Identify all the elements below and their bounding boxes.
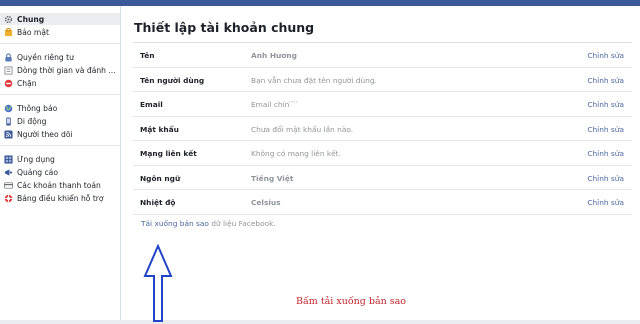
rss-icon xyxy=(4,129,13,139)
row-label: Email xyxy=(140,100,163,109)
settings-row-name[interactable]: Tên Anh Hương Chỉnh sửa xyxy=(133,43,632,68)
shield-icon xyxy=(4,27,13,37)
sidebar-item-label: Người theo dõi xyxy=(17,129,73,139)
sidebar-item-ads[interactable]: Quảng cáo xyxy=(0,166,120,178)
sidebar-item-support[interactable]: Bảng điều khiển hỗ trợ xyxy=(0,192,120,204)
card-icon xyxy=(4,181,13,190)
settings-row-networks[interactable]: Mạng liên kết Không có mạng liên kết. Ch… xyxy=(133,141,632,166)
sidebar-item-privacy[interactable]: Quyền riêng tư xyxy=(0,51,120,63)
page-title: Thiết lập tài khoản chung xyxy=(134,20,315,35)
edit-link[interactable]: Chỉnh sửa xyxy=(587,100,624,109)
globe-icon xyxy=(4,104,13,113)
mobile-icon xyxy=(4,116,13,126)
row-value: Bạn vẫn chưa đặt tên người dùng. xyxy=(251,75,377,85)
row-label: Mật khẩu xyxy=(140,124,179,134)
sidebar-group: Quyền riêng tư Dòng thời gian và đánh ..… xyxy=(0,44,120,95)
sidebar-item-mobile[interactable]: Di động xyxy=(0,115,120,127)
settings-row-username[interactable]: Tên người dùng Bạn vẫn chưa đặt tên ngườ… xyxy=(133,68,632,92)
settings-panel: Thiết lập tài khoản chung Tên Anh Hương … xyxy=(121,6,640,322)
row-label: Mạng liên kết xyxy=(140,149,197,158)
download-copy-line: Tải xuống bản sao dữ liệu Facebook. xyxy=(141,219,276,228)
sidebar-item-blocking[interactable]: Chặn xyxy=(0,77,120,89)
block-icon xyxy=(4,79,13,88)
row-label: Tên xyxy=(140,51,155,60)
row-label: Nhiệt độ xyxy=(140,198,176,207)
sidebar-item-apps[interactable]: Ứng dụng xyxy=(0,153,120,165)
sidebar-item-followers[interactable]: Người theo dõi xyxy=(0,128,120,140)
row-value: Tiếng Việt xyxy=(251,173,294,183)
sidebar-item-label: Quảng cáo xyxy=(17,167,58,177)
apps-icon xyxy=(4,154,13,164)
sidebar-item-label: Ứng dụng xyxy=(17,154,55,164)
edit-link[interactable]: Chỉnh sửa xyxy=(587,149,624,158)
sidebar-item-label: Chặn xyxy=(17,78,37,88)
edit-link[interactable]: Chỉnh sửa xyxy=(587,198,624,207)
sidebar-item-label: Di động xyxy=(17,116,47,126)
gear-icon xyxy=(4,15,13,24)
settings-row-password[interactable]: Mật khẩu Chưa đổi mật khẩu lần nào. Chỉn… xyxy=(133,117,632,141)
annotation-text: Bấm tải xuống bản sao xyxy=(296,296,407,307)
lifebuoy-icon xyxy=(4,194,13,203)
row-value: Email chín ̀ ̀ ̀ ̀ xyxy=(251,100,299,109)
row-value: Anh Hương xyxy=(251,51,297,60)
sidebar-item-security[interactable]: Bảo mật xyxy=(0,26,120,38)
edit-link[interactable]: Chỉnh sửa xyxy=(587,125,624,134)
row-value: Không có mạng liên kết. xyxy=(251,149,341,158)
sidebar-item-label: Thông báo xyxy=(17,103,58,113)
download-copy-link[interactable]: Tải xuống bản sao xyxy=(141,219,209,228)
sidebar-item-label: Bảng điều khiển hỗ trợ xyxy=(17,193,104,203)
edit-link[interactable]: Chỉnh sửa xyxy=(587,76,624,85)
edit-link[interactable]: Chỉnh sửa xyxy=(587,174,624,183)
settings-row-email[interactable]: Email Email chín ̀ ̀ ̀ ̀ Chỉnh sửa xyxy=(133,92,632,117)
ads-icon xyxy=(4,168,13,177)
sidebar-item-notifications[interactable]: Thông báo xyxy=(0,102,120,114)
up-arrow-icon xyxy=(143,244,173,322)
row-value: Chưa đổi mật khẩu lần nào. xyxy=(251,124,354,134)
sidebar-item-label: Các khoản thanh toán xyxy=(17,180,101,190)
row-label: Ngôn ngữ xyxy=(140,173,181,183)
sidebar-item-label: Bảo mật xyxy=(17,27,49,37)
settings-row-temperature[interactable]: Nhiệt độ Celsius Chỉnh sửa xyxy=(133,190,632,215)
sidebar-item-label: Quyền riêng tư xyxy=(17,52,74,62)
sidebar-item-label: Chung xyxy=(17,14,45,24)
sidebar-item-timeline[interactable]: Dòng thời gian và đánh ... xyxy=(0,64,120,76)
sidebar-item-label: Dòng thời gian và đánh ... xyxy=(17,65,116,75)
sidebar-item-general[interactable]: Chung xyxy=(0,13,120,25)
sidebar-item-payments[interactable]: Các khoản thanh toán xyxy=(0,179,120,191)
edit-link[interactable]: Chỉnh sửa xyxy=(587,51,624,60)
lock-icon xyxy=(4,52,13,62)
settings-row-language[interactable]: Ngôn ngữ Tiếng Việt Chỉnh sửa xyxy=(133,166,632,190)
settings-table: Tên Anh Hương Chỉnh sửa Tên người dùng B… xyxy=(133,43,632,215)
timeline-icon xyxy=(4,65,13,75)
row-label: Tên người dùng xyxy=(140,75,205,85)
download-copy-suffix: dữ liệu Facebook. xyxy=(208,219,276,228)
settings-sidebar: Chung Bảo mật Quyền riêng tư Dòng thời g… xyxy=(0,6,121,320)
sidebar-group: Thông báo Di động Người theo dõi xyxy=(0,95,120,146)
sidebar-group: Chung Bảo mật xyxy=(0,6,120,44)
sidebar-group: Ứng dụng Quảng cáo Các khoản thanh toán … xyxy=(0,146,120,209)
row-value: Celsius xyxy=(251,198,281,207)
